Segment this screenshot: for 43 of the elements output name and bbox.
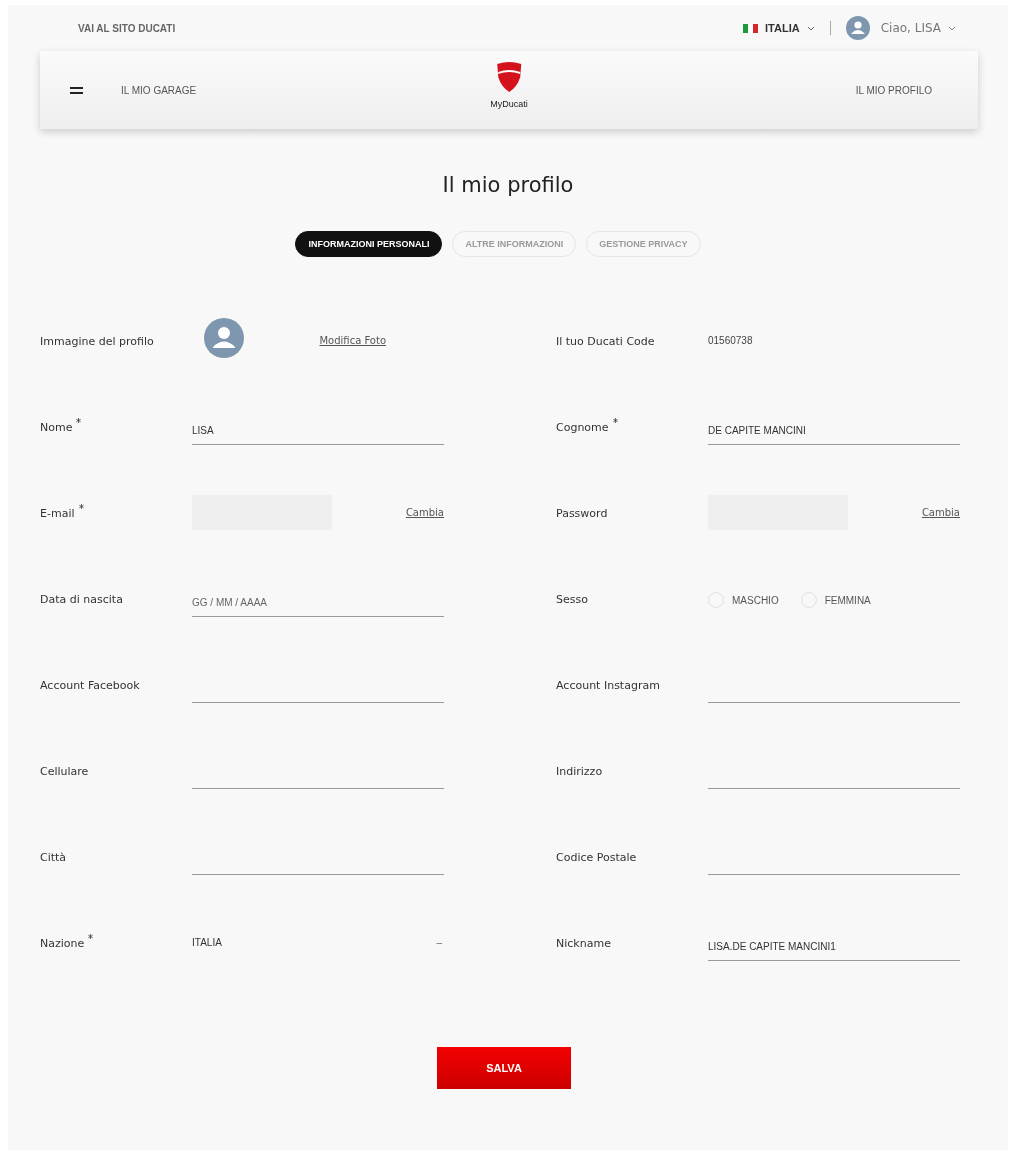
- profile-link[interactable]: IL MIO PROFILO: [855, 84, 932, 96]
- chevron-down-icon: [806, 25, 815, 31]
- input-field[interactable]: GG / MM / AAAA: [192, 593, 444, 617]
- save-button[interactable]: SALVA: [437, 1047, 571, 1089]
- country-dropdown[interactable]: ITALIA –: [192, 936, 444, 948]
- change-link[interactable]: Cambia: [405, 506, 444, 518]
- field-label: Nome: [40, 420, 73, 434]
- shield-logo-icon[interactable]: [495, 61, 523, 93]
- garage-link[interactable]: IL MIO GARAGE: [121, 84, 197, 96]
- field-label: Password: [556, 506, 608, 520]
- flag-icon: [743, 23, 759, 33]
- page-title: Il mio profilo: [441, 173, 575, 197]
- field-label: E-mail: [40, 506, 75, 520]
- logo-caption: MyDucati: [490, 99, 528, 109]
- field-label: Indirizzo: [556, 764, 603, 778]
- field-label: Data di nascita: [40, 592, 123, 606]
- field-label: Cellulare: [40, 764, 89, 778]
- country-selector[interactable]: ITALIA: [765, 22, 800, 34]
- change-link[interactable]: Cambia: [921, 506, 960, 518]
- avatar-icon: [204, 318, 244, 358]
- field-label: Account Instagram: [556, 678, 660, 692]
- field-label: Sesso: [556, 592, 588, 606]
- input-field[interactable]: DE CAPITE MANCINI: [708, 421, 960, 445]
- field-value: 01560738: [708, 334, 753, 346]
- field-label: Account Facebook: [40, 678, 140, 692]
- field-label: Il tuo Ducati Code: [556, 334, 655, 348]
- field-label: Città: [40, 850, 67, 864]
- input-field[interactable]: LISA.DE CAPITE MANCINI1: [708, 937, 960, 961]
- field-label: Codice Postale: [556, 850, 637, 864]
- edit-photo-link[interactable]: Modifica Foto: [319, 334, 386, 346]
- radio-label: FEMMINA: [824, 594, 871, 606]
- chevron-down-icon: [948, 25, 956, 31]
- radio-label: MASCHIO: [732, 594, 779, 606]
- user-menu[interactable]: Ciao, LISA: [880, 21, 941, 35]
- site-link[interactable]: VAI AL SITO DUCATI: [78, 22, 176, 34]
- avatar-icon: [845, 16, 870, 40]
- tab[interactable]: INFORMAZIONI PERSONALI: [295, 231, 443, 257]
- field-label: Nickname: [556, 936, 611, 950]
- menu-icon[interactable]: [70, 86, 83, 94]
- field-label: Cognome: [556, 420, 609, 434]
- input-field[interactable]: LISA: [192, 421, 444, 445]
- field-label: Immagine del profilo: [40, 334, 154, 348]
- field-label: Nazione: [40, 936, 85, 950]
